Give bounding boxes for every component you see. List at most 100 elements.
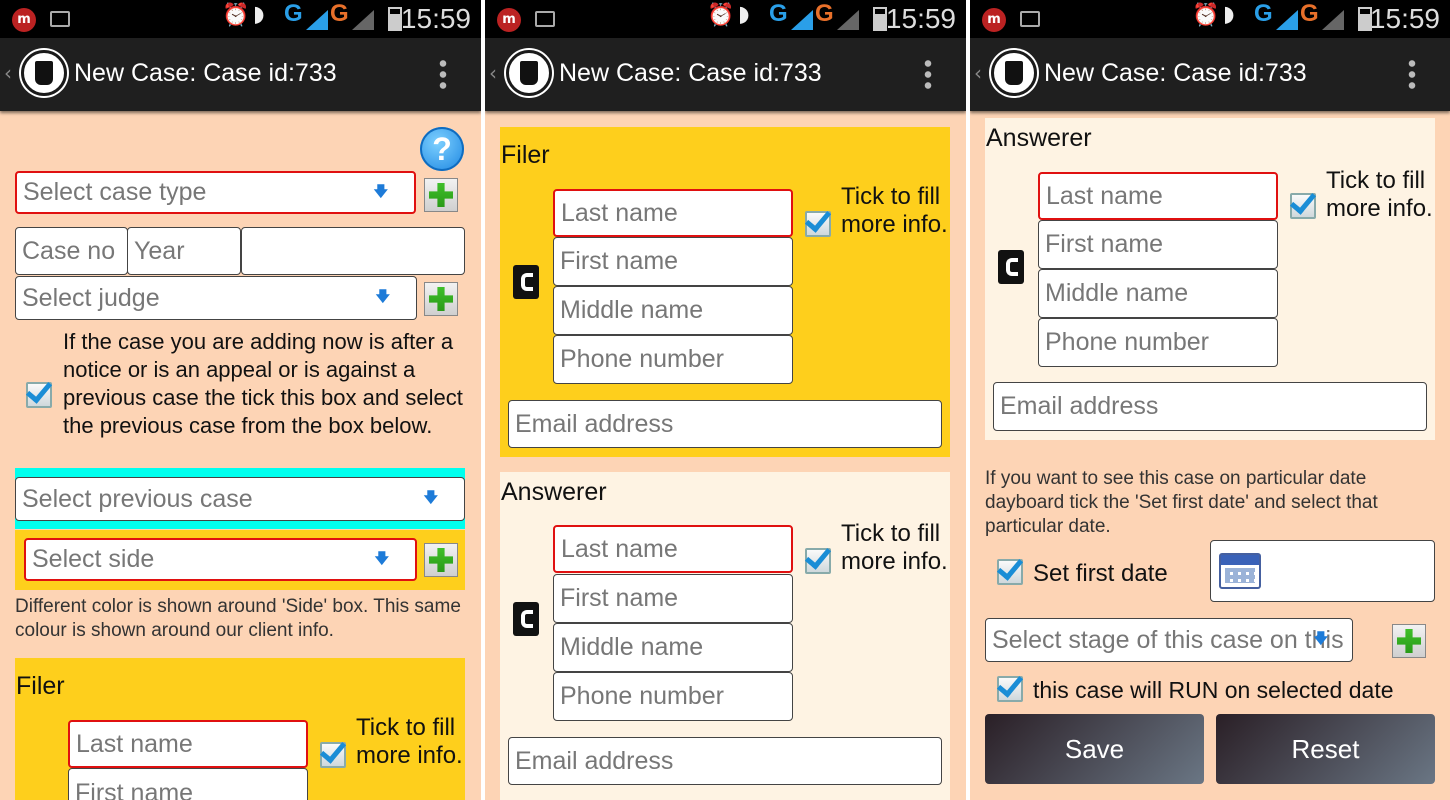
filer-phone-input[interactable]: Phone number [553, 335, 793, 384]
stage-select[interactable]: Select stage of this case on this 🡇 [985, 618, 1353, 662]
app-notification-icon: m [12, 8, 36, 32]
first-name-placeholder: First name [75, 779, 194, 800]
case-type-select[interactable]: Select case type 🡇 [15, 171, 416, 214]
answerer-section: Answerer Last name First name Middle nam… [985, 118, 1435, 440]
last-name-placeholder: Last name [561, 198, 678, 227]
add-side-button[interactable] [424, 543, 458, 577]
plus-icon [429, 183, 453, 207]
answerer-more-info-checkbox[interactable] [1289, 187, 1317, 219]
screen-title: New Case: Case id:733 [1044, 59, 1307, 87]
answerer-middle-name-input[interactable]: Middle name [553, 623, 793, 672]
dropdown-arrow-icon: 🡇 [374, 549, 389, 566]
app-logo-icon[interactable] [506, 50, 552, 96]
answerer-phone-input[interactable]: Phone number [1038, 318, 1278, 367]
middle-name-placeholder: Middle name [560, 296, 704, 324]
wifi-icon: ◗ [253, 2, 265, 27]
middle-name-placeholder: Middle name [560, 633, 704, 661]
action-bar: ‹ New Case: Case id:733 [970, 38, 1450, 111]
email-placeholder: Email address [515, 746, 674, 775]
answerer-middle-name-input[interactable]: Middle name [1038, 269, 1278, 318]
network-type-label: G [769, 0, 788, 27]
back-chevron-icon[interactable]: ‹ [974, 61, 982, 85]
app-notification-icon: m [982, 8, 1006, 32]
first-name-placeholder: First name [560, 584, 679, 612]
add-stage-button[interactable] [1392, 624, 1426, 658]
run-on-date-checkbox[interactable] [996, 670, 1024, 702]
filer-more-info-checkbox[interactable] [804, 205, 832, 237]
back-chevron-icon[interactable]: ‹ [4, 61, 12, 85]
add-case-type-button[interactable] [424, 178, 458, 212]
judge-select[interactable]: Select judge 🡇 [15, 276, 417, 320]
answerer-last-name-input[interactable]: Last name [1038, 172, 1278, 220]
screen-3: m ⏰ ◗ G G 15:59 ‹ New Case: Case id:733 … [970, 0, 1450, 800]
phone-placeholder: Phone number [560, 682, 725, 710]
back-chevron-icon[interactable]: ‹ [489, 61, 497, 85]
middle-name-placeholder: Middle name [1045, 279, 1189, 307]
filer-middle-name-input[interactable]: Middle name [553, 286, 793, 335]
answerer-more-info-checkbox[interactable] [804, 542, 832, 574]
answerer-section: Answerer Last name First name Middle nam… [500, 472, 950, 800]
overflow-menu-icon[interactable] [439, 58, 447, 90]
filer-more-info-checkbox[interactable] [319, 736, 347, 768]
reset-button[interactable]: Reset [1216, 714, 1435, 784]
answerer-phone-input[interactable]: Phone number [553, 672, 793, 721]
filer-email-input[interactable]: Email address [508, 400, 942, 448]
filer-first-name-input[interactable]: First name [553, 237, 793, 286]
wifi-icon: ◗ [1223, 2, 1235, 27]
app-logo-icon[interactable] [991, 50, 1037, 96]
filer-last-name-input[interactable]: Last name [553, 189, 793, 237]
screen-title: New Case: Case id:733 [74, 59, 337, 87]
case-type-placeholder: Select case type [23, 178, 207, 206]
answerer-title: Answerer [501, 478, 607, 506]
clock: 15:59 [1369, 3, 1440, 34]
dropdown-arrow-icon: 🡇 [375, 288, 390, 304]
action-bar: ‹ New Case: Case id:733 [485, 38, 966, 111]
dropdown-arrow-icon: 🡇 [1313, 630, 1328, 646]
case-extra-input[interactable] [241, 227, 465, 275]
alarm-icon: ⏰ [222, 3, 250, 28]
first-date-picker[interactable] [1210, 540, 1435, 602]
year-placeholder: Year [134, 236, 185, 265]
answerer-last-name-input[interactable]: Last name [553, 525, 793, 573]
case-no-input[interactable]: Case no [15, 227, 128, 275]
plus-icon [1397, 629, 1421, 653]
network-type-label-2: G [815, 0, 834, 27]
email-placeholder: Email address [1000, 392, 1159, 420]
answerer-email-input[interactable]: Email address [508, 737, 942, 785]
app-logo-icon[interactable] [21, 50, 67, 96]
save-button[interactable]: Save [985, 714, 1204, 784]
answerer-first-name-input[interactable]: First name [553, 574, 793, 623]
status-bar: m ⏰ ◗ G G 15:59 [970, 0, 1450, 38]
year-input[interactable]: Year [127, 227, 241, 275]
overflow-menu-icon[interactable] [924, 58, 932, 90]
answerer-first-name-input[interactable]: First name [1038, 220, 1278, 269]
last-name-placeholder: Last name [1046, 181, 1163, 210]
battery-icon [873, 7, 887, 31]
filer-first-name-input[interactable]: First name [68, 768, 308, 800]
overflow-menu-icon[interactable] [1408, 58, 1416, 90]
dayboard-note: If you want to see this case on particul… [985, 468, 1378, 537]
help-icon[interactable]: ? [420, 127, 464, 171]
calendar-icon [1219, 553, 1261, 589]
filer-last-name-input[interactable]: Last name [68, 720, 308, 768]
image-notification-icon [1020, 11, 1040, 27]
network-type-label: G [284, 0, 303, 27]
side-select[interactable]: Select side 🡇 [24, 538, 417, 581]
answerer-email-input[interactable]: Email address [993, 382, 1427, 431]
action-bar: ‹ New Case: Case id:733 [0, 38, 481, 111]
stage-placeholder: Select stage of this case on this [992, 625, 1344, 654]
phone-contact-icon[interactable] [513, 602, 539, 636]
set-first-date-checkbox[interactable] [996, 553, 1024, 585]
signal-2-icon [352, 10, 374, 30]
answerer-title: Answerer [986, 124, 1092, 152]
image-notification-icon [535, 11, 555, 27]
phone-contact-icon[interactable] [513, 265, 539, 299]
case-no-placeholder: Case no [22, 236, 116, 265]
phone-contact-icon[interactable] [998, 250, 1024, 284]
dropdown-arrow-icon: 🡇 [423, 489, 438, 505]
add-judge-button[interactable] [424, 282, 458, 316]
previous-case-select[interactable]: Select previous case 🡇 [15, 477, 465, 521]
filer-section: Filer Last name First name Middle name P… [500, 127, 950, 457]
previous-case-checkbox[interactable] [25, 376, 53, 408]
signal-1-icon [1276, 10, 1298, 30]
